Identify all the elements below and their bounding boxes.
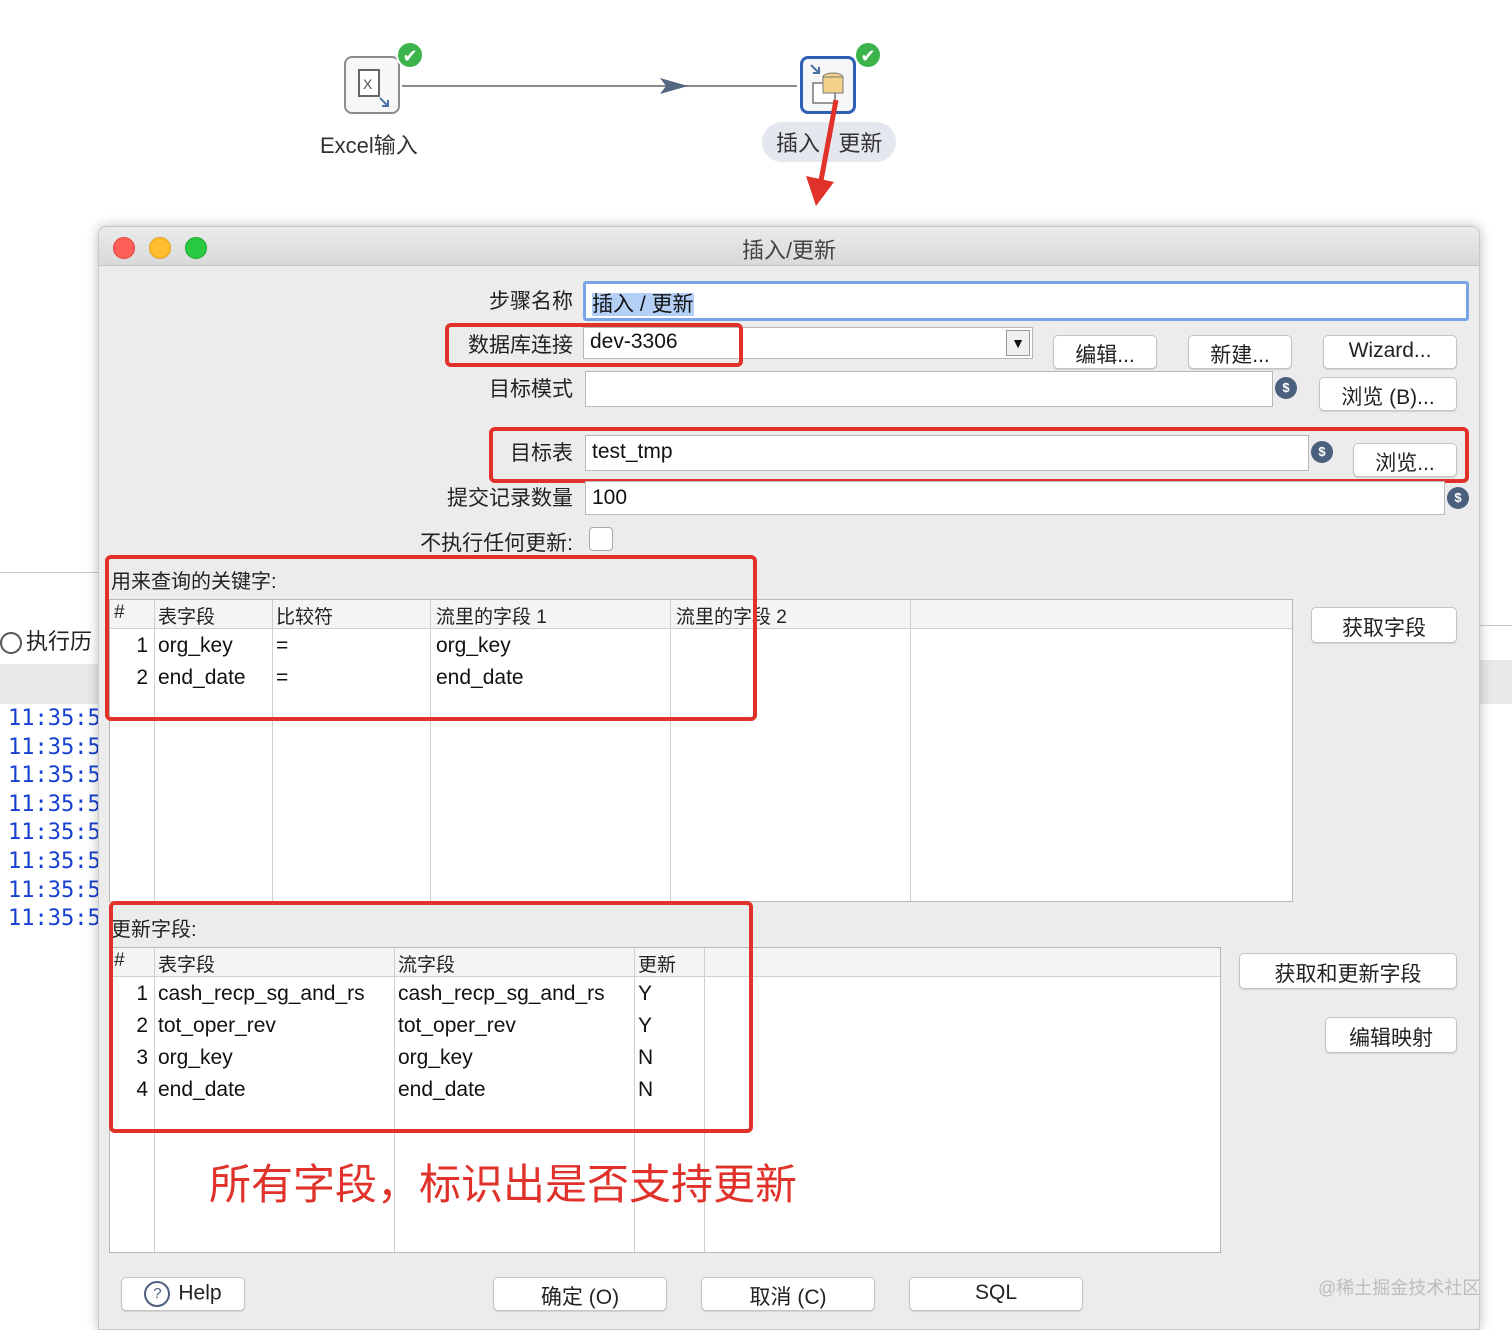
background-strip bbox=[0, 664, 100, 704]
sql-button[interactable]: SQL bbox=[909, 1277, 1083, 1311]
commit-size-label: 提交记录数量 bbox=[447, 487, 573, 510]
target-schema-input[interactable] bbox=[585, 371, 1273, 407]
cancel-button[interactable]: 取消 (C) bbox=[701, 1277, 875, 1311]
step-name-label: 步骤名称 bbox=[489, 290, 573, 313]
update-table-highlight bbox=[109, 901, 753, 1133]
insert-update-dialog: 插入/更新 步骤名称 插入 / 更新 数据库连接 dev-3306 ▼ 编辑..… bbox=[98, 226, 1480, 1330]
watermark: @稀土掘金技术社区 bbox=[1318, 1278, 1481, 1298]
edit-mapping-button[interactable]: 编辑映射 bbox=[1325, 1017, 1457, 1053]
svg-text:X: X bbox=[363, 76, 373, 92]
no-update-checkbox[interactable] bbox=[589, 527, 613, 551]
variable-icon[interactable]: $ bbox=[1447, 487, 1469, 509]
commit-size-input[interactable]: 100 bbox=[585, 481, 1445, 515]
key-table-highlight bbox=[105, 555, 757, 721]
log-time: 11:35:5 bbox=[8, 706, 101, 731]
excel-node-success-icon: ✔ bbox=[396, 41, 424, 69]
new-connection-button[interactable]: 新建... bbox=[1188, 335, 1292, 369]
log-time: 11:35:5 bbox=[8, 849, 101, 874]
target-table-highlight bbox=[489, 427, 1469, 483]
excel-input-node-icon[interactable]: X bbox=[344, 56, 400, 114]
help-label: Help bbox=[178, 1281, 222, 1305]
dialog-titlebar[interactable]: 插入/更新 bbox=[99, 227, 1479, 266]
target-schema-label: 目标模式 bbox=[489, 378, 573, 401]
dialog-title: 插入/更新 bbox=[741, 238, 837, 263]
background-divider bbox=[0, 572, 100, 573]
db-connection-highlight bbox=[445, 323, 743, 367]
log-time: 11:35:5 bbox=[8, 878, 101, 903]
wizard-button[interactable]: Wizard... bbox=[1323, 335, 1457, 369]
get-fields-button[interactable]: 获取字段 bbox=[1311, 607, 1457, 643]
insert-update-success-icon: ✔ bbox=[854, 41, 882, 69]
step-name-value: 插入 / 更新 bbox=[592, 293, 694, 316]
dropdown-arrow-icon[interactable]: ▼ bbox=[1006, 330, 1030, 356]
log-time: 11:35:5 bbox=[8, 792, 101, 817]
excel-node-label: Excel输入 bbox=[320, 133, 418, 158]
help-icon: ? bbox=[144, 1281, 171, 1307]
annotation-arrow-icon bbox=[806, 99, 839, 206]
log-time: 11:35:5 bbox=[8, 820, 101, 845]
step-name-input[interactable]: 插入 / 更新 bbox=[583, 281, 1469, 321]
log-time: 11:35:5 bbox=[8, 906, 101, 931]
no-update-label: 不执行任何更新: bbox=[420, 532, 573, 555]
log-time: 11:35:5 bbox=[8, 735, 101, 760]
annotation-text: 所有字段，标识出是否支持更新 bbox=[209, 1161, 798, 1208]
execution-history-label: 执行历 bbox=[26, 629, 93, 654]
edit-connection-button[interactable]: 编辑... bbox=[1053, 335, 1157, 369]
get-update-fields-button[interactable]: 获取和更新字段 bbox=[1239, 953, 1457, 989]
background-strip-right bbox=[1478, 660, 1512, 704]
variable-icon[interactable]: $ bbox=[1275, 377, 1297, 399]
help-button[interactable]: ? Help bbox=[121, 1277, 245, 1311]
browse-schema-button[interactable]: 浏览 (B)... bbox=[1319, 377, 1457, 411]
ok-button[interactable]: 确定 (O) bbox=[493, 1277, 667, 1311]
history-icon bbox=[0, 632, 22, 655]
hop-arrow[interactable] bbox=[402, 76, 802, 96]
log-time: 11:35:5 bbox=[8, 763, 101, 788]
background-divider-right bbox=[1478, 625, 1512, 626]
execution-history-tab[interactable]: 执行历 bbox=[0, 624, 92, 656]
